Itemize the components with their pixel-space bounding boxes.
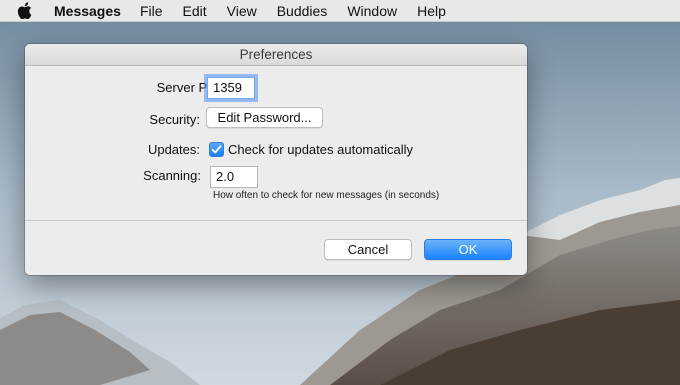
preferences-dialog: Preferences Server Port: 1359 Security: … (25, 44, 527, 275)
cancel-button[interactable]: Cancel (324, 239, 412, 260)
checkmark-icon (211, 145, 222, 154)
auto-update-checkbox[interactable] (209, 142, 224, 157)
updates-label: Updates: (147, 142, 200, 157)
edit-password-button[interactable]: Edit Password... (206, 107, 323, 128)
menu-file[interactable]: File (140, 3, 163, 19)
apple-menu-icon[interactable] (17, 2, 39, 19)
menu-bar: Messages File Edit View Buddies Window H… (0, 0, 680, 22)
scanning-label: Scanning: (143, 168, 201, 183)
menu-view[interactable]: View (227, 3, 257, 19)
auto-update-checkbox-label[interactable]: Check for updates automatically (228, 142, 413, 157)
dialog-title: Preferences (25, 44, 527, 66)
menu-app-name[interactable]: Messages (54, 3, 121, 19)
scanning-interval-input[interactable]: 2.0 (210, 166, 258, 188)
security-label: Security: (149, 112, 200, 127)
menu-help[interactable]: Help (417, 3, 446, 19)
ok-button[interactable]: OK (424, 239, 512, 260)
server-port-input[interactable]: 1359 (207, 77, 255, 99)
scanning-hint: How often to check for new messages (in … (213, 190, 440, 201)
menu-buddies[interactable]: Buddies (277, 3, 328, 19)
menu-window[interactable]: Window (347, 3, 397, 19)
dialog-separator (25, 220, 527, 221)
menu-edit[interactable]: Edit (183, 3, 207, 19)
